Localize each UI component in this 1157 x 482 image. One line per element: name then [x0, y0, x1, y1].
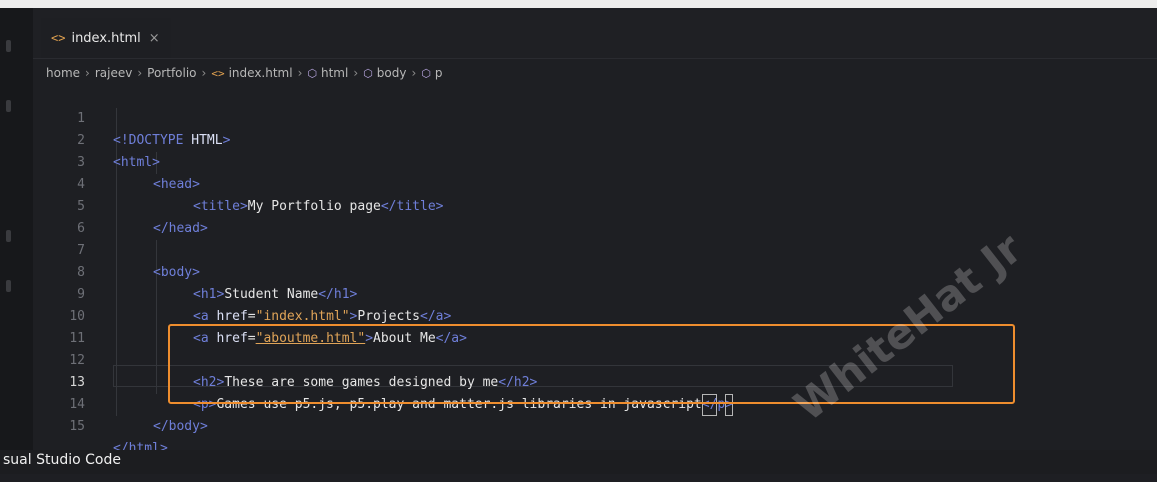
tab-label: index.html	[71, 30, 141, 46]
line-number: 15	[69, 419, 85, 434]
breadcrumb-item-index-html[interactable]: index.html	[229, 66, 293, 80]
html-file-icon: <>	[51, 31, 66, 45]
taskbar: sual Studio Code	[0, 450, 1157, 474]
symbol-element-icon: ⬡	[421, 66, 431, 80]
chevron-right-icon: ›	[353, 66, 359, 80]
code-line: 2 <html>	[33, 108, 1157, 170]
chevron-right-icon: ›	[411, 66, 417, 80]
activity-bar	[0, 8, 33, 450]
activity-icon[interactable]	[6, 100, 11, 112]
chevron-right-icon: ›	[201, 66, 207, 80]
close-icon[interactable]: ×	[149, 31, 160, 46]
code-line: 3 <head>	[33, 130, 1157, 192]
chevron-right-icon: ›	[297, 66, 303, 80]
activity-icon[interactable]	[6, 40, 11, 52]
chevron-right-icon: ›	[85, 66, 90, 80]
breadcrumb-item-home[interactable]: home	[46, 66, 80, 80]
tab-index-html[interactable]: <> index.html ×	[41, 18, 171, 58]
html-file-icon: <>	[211, 66, 225, 80]
breadcrumb: home › rajeev › Portfolio › <> index.htm…	[46, 62, 443, 84]
breadcrumb-item-body[interactable]: body	[377, 66, 407, 80]
breadcrumb-item-p[interactable]: p	[435, 66, 443, 80]
app-name-label: sual Studio Code	[3, 452, 121, 468]
code-line: 5 </head>	[33, 174, 1157, 236]
code-line: 4 <title>My Portfolio page</title>	[33, 152, 1157, 214]
code-line: 1 <!DOCTYPE HTML>	[33, 86, 1157, 148]
activity-icon[interactable]	[6, 280, 11, 292]
breadcrumb-item-html[interactable]: html	[321, 66, 348, 80]
activity-icon[interactable]	[6, 230, 11, 242]
symbol-element-icon: ⬡	[307, 66, 317, 80]
editor-tab-bar: <> index.html ×	[33, 8, 1157, 59]
breadcrumb-item-rajeev[interactable]: rajeev	[95, 66, 133, 80]
symbol-element-icon: ⬡	[363, 66, 373, 80]
chevron-right-icon: ›	[137, 66, 143, 80]
window-top-strip	[0, 0, 1157, 8]
code-line: 6	[33, 196, 1157, 236]
breadcrumb-item-portfolio[interactable]: Portfolio	[147, 66, 196, 80]
